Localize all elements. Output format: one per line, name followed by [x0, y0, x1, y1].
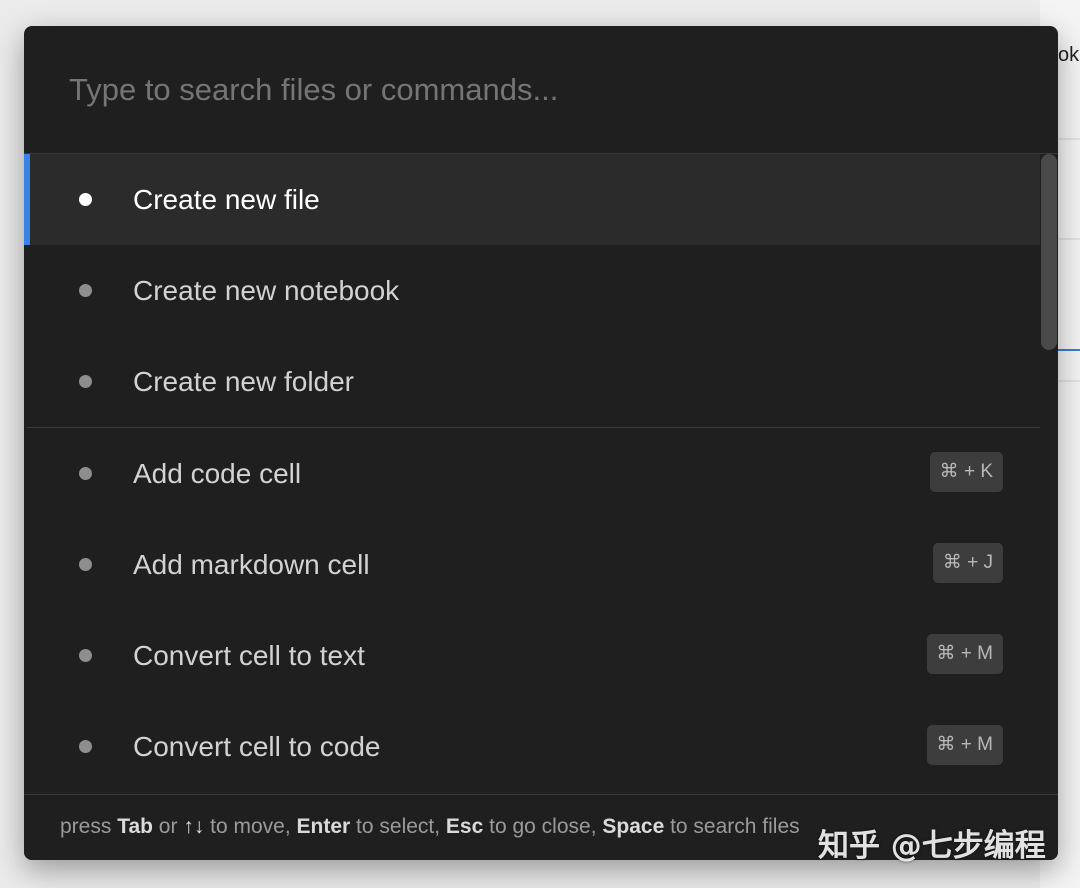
bullet-dot-icon [79, 740, 92, 753]
hint-key: Enter [296, 815, 351, 838]
background-divider [1058, 380, 1080, 382]
bullet-dot-icon [79, 558, 92, 571]
bullet-dot-icon [79, 193, 92, 206]
command-item-create-new-notebook[interactable]: Create new notebook [24, 245, 1040, 336]
background-divider [1058, 238, 1080, 240]
command-item-create-new-folder[interactable]: Create new folder [24, 336, 1040, 427]
command-label: Create new folder [133, 366, 355, 397]
shortcut-badge: ⌘ + M [926, 725, 1003, 765]
bullet-dot-icon [79, 375, 92, 388]
search-input[interactable] [69, 62, 1009, 118]
command-item-add-markdown-cell[interactable]: Add markdown cell ⌘ + J [24, 519, 1040, 610]
background-selection-line [1058, 349, 1080, 351]
search-bar [24, 26, 1058, 154]
hint-text: press [60, 815, 118, 838]
shortcut-badge: ⌘ + M [926, 634, 1003, 674]
list-scrollbar[interactable] [1040, 154, 1058, 794]
bullet-dot-icon [79, 467, 92, 480]
command-label: Create new file [133, 184, 320, 215]
hint-key: Space [602, 815, 665, 838]
hint-text: to go close, [483, 815, 603, 838]
hint-text: to select, [350, 815, 446, 838]
bullet-dot-icon [79, 284, 92, 297]
hint-text: or [152, 815, 184, 838]
shortcut-badge: ⌘ + J [932, 543, 1003, 583]
hint-key: Tab [117, 815, 153, 838]
command-label: Convert cell to text [133, 640, 365, 671]
command-item-convert-cell-to-text[interactable]: Convert cell to text ⌘ + M [24, 610, 1040, 701]
command-item-add-code-cell[interactable]: Add code cell ⌘ + K [24, 428, 1040, 519]
command-label: Convert cell to code [133, 731, 381, 762]
watermark: 知乎 @七步编程 [818, 828, 1046, 864]
command-label: Add code cell [133, 458, 302, 489]
command-palette: Create new file Create new notebook Crea… [24, 26, 1058, 860]
hint-text: to search files [664, 815, 800, 838]
bullet-dot-icon [79, 649, 92, 662]
hint-key: ↑↓ [183, 815, 205, 838]
command-item-convert-cell-to-code[interactable]: Convert cell to code ⌘ + M [24, 701, 1040, 792]
scrollbar-thumb[interactable] [1041, 154, 1057, 350]
command-item-create-new-file[interactable]: Create new file [24, 154, 1040, 245]
command-label: Create new notebook [133, 275, 400, 306]
hint-key: Esc [445, 815, 484, 838]
background-divider [1058, 138, 1080, 140]
command-list: Create new file Create new notebook Crea… [24, 154, 1040, 794]
hint-text: to move, [204, 815, 297, 838]
background-tab-label: ok [1058, 44, 1080, 66]
shortcut-badge: ⌘ + K [929, 452, 1003, 492]
command-label: Add markdown cell [133, 549, 370, 580]
keyboard-hint: press Tab or ↑↓ to move, Enter to select… [60, 815, 800, 839]
